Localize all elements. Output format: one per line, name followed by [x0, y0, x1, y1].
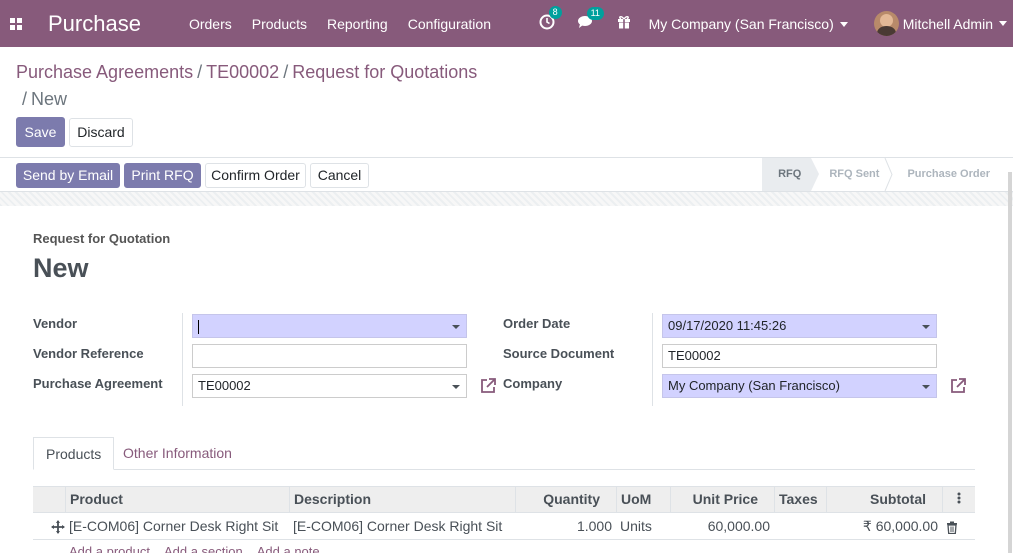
gift-icon[interactable]: [617, 15, 631, 33]
column-product[interactable]: Product: [65, 487, 289, 512]
trash-icon[interactable]: [942, 513, 972, 539]
breadcrumb-current: New: [31, 89, 68, 109]
stage-rfq-label: RFQ: [778, 168, 802, 180]
document-type-label: Request for Quotation: [33, 231, 171, 246]
add-product-link[interactable]: Add a product: [69, 544, 150, 553]
column-unit-price[interactable]: Unit Price: [670, 487, 762, 512]
cell-uom[interactable]: Units: [616, 513, 670, 539]
print-rfq-button[interactable]: Print RFQ: [124, 163, 201, 188]
stage-purchase-order: Purchase Order: [889, 158, 1000, 191]
drag-handle-icon[interactable]: [47, 513, 65, 539]
cell-subtotal: ₹ 60,000.00: [862, 518, 938, 534]
chat-bubble-icon[interactable]: 11: [577, 6, 604, 33]
tab-products[interactable]: Products: [33, 437, 115, 470]
purchase-agreement-field[interactable]: TE00002: [192, 374, 467, 398]
stage-purchase-order-label: Purchase Order: [907, 168, 990, 180]
menu-orders[interactable]: Orders: [189, 16, 232, 32]
breadcrumb-te00002[interactable]: TE00002: [206, 62, 279, 82]
add-note-link[interactable]: Add a note: [257, 544, 320, 553]
avatar: [873, 11, 899, 36]
chevron-down-icon[interactable]: [922, 385, 930, 389]
company-field[interactable]: My Company (San Francisco): [662, 374, 937, 398]
stage-rfq-sent: RFQ Sent: [811, 158, 893, 191]
table-row[interactable]: [E-COM06] Corner Desk Right Sit [E-COM06…: [33, 513, 975, 540]
vendor-field[interactable]: [192, 314, 467, 338]
optional-columns-icon[interactable]: [942, 487, 975, 512]
external-link-icon[interactable]: [949, 377, 967, 395]
cancel-button[interactable]: Cancel: [310, 163, 369, 188]
user-menu[interactable]: Mitchell Admin: [873, 11, 1007, 36]
sheet-background: [0, 192, 1013, 206]
stage-rfq-sent-label: RFQ Sent: [829, 168, 880, 180]
apps-menu-icon[interactable]: [0, 0, 32, 47]
chevron-down-icon[interactable]: [922, 325, 930, 329]
stage-rfq: RFQ: [762, 158, 820, 191]
breadcrumb-rfq[interactable]: Request for Quotations: [292, 62, 477, 82]
chevron-down-icon[interactable]: [452, 385, 460, 389]
form-statusbar: Send by Email Print RFQ Confirm Order Ca…: [0, 157, 1013, 192]
top-navbar: Purchase Orders Products Reporting Confi…: [0, 0, 1013, 47]
confirm-order-button[interactable]: Confirm Order: [205, 163, 306, 188]
cell-unit-price[interactable]: 60,000.00: [670, 513, 774, 539]
systray: 8 11 My Company (San Francisco) Mitchell…: [539, 0, 1013, 47]
company-switcher[interactable]: My Company (San Francisco): [649, 16, 848, 32]
chevron-down-icon: [839, 22, 848, 28]
order-date-value: 09/17/2020 11:45:26: [668, 318, 787, 333]
status-stages: RFQ RFQ Sent Purchase Order: [762, 158, 1000, 191]
company-switcher-label: My Company (San Francisco): [648, 15, 834, 32]
order-date-label: Order Date: [503, 316, 571, 331]
activity-count-badge: 8: [548, 5, 562, 19]
order-lines-table: Product Description Quantity UoM Unit Pr…: [33, 486, 975, 540]
vendor-reference-field[interactable]: [192, 344, 467, 368]
chevron-down-icon: [999, 21, 1007, 26]
breadcrumb: Purchase Agreements / TE00002/Request for …: [16, 62, 478, 109]
cell-taxes[interactable]: [774, 513, 826, 539]
menu-reporting[interactable]: Reporting: [327, 16, 388, 32]
vertical-scrollbar[interactable]: [1008, 172, 1012, 553]
menu-products[interactable]: Products: [252, 16, 307, 32]
user-name: Mitchell Admin: [902, 15, 993, 32]
page-title: New: [33, 253, 89, 283]
discard-button[interactable]: Discard: [69, 118, 133, 147]
send-by-email-button[interactable]: Send by Email: [16, 163, 120, 188]
column-quantity[interactable]: Quantity: [515, 487, 604, 512]
menu-configuration[interactable]: Configuration: [408, 16, 491, 32]
activity-clock-icon[interactable]: 8: [539, 5, 562, 34]
external-link-icon[interactable]: [479, 377, 497, 395]
column-uom[interactable]: UoM: [616, 487, 670, 512]
app-name[interactable]: Purchase: [48, 11, 141, 37]
company-label: Company: [503, 376, 563, 391]
notebook-tabs: Products Other Information: [33, 437, 975, 470]
order-date-field[interactable]: 09/17/2020 11:45:26: [662, 314, 937, 338]
source-document-label: Source Document: [503, 346, 615, 361]
add-section-link[interactable]: Add a section: [164, 544, 243, 553]
table-header: Product Description Quantity UoM Unit Pr…: [33, 486, 975, 513]
chevron-down-icon[interactable]: [452, 325, 460, 329]
add-line-links: Add a product Add a section Add a note: [69, 544, 334, 553]
source-document-field[interactable]: TE00002: [662, 344, 937, 368]
message-count-badge: 11: [586, 6, 604, 20]
cell-description[interactable]: [E-COM06] Corner Desk Right Sit: [289, 513, 515, 539]
column-taxes[interactable]: Taxes: [774, 487, 826, 512]
purchase-agreement-label: Purchase Agreement: [33, 376, 163, 391]
cell-quantity[interactable]: 1.000: [515, 513, 616, 539]
save-button[interactable]: Save: [16, 117, 65, 147]
column-description[interactable]: Description: [289, 487, 515, 512]
vendor-label: Vendor: [33, 316, 78, 331]
vendor-reference-label: Vendor Reference: [33, 346, 144, 361]
tab-other-information[interactable]: Other Information: [111, 437, 244, 470]
source-document-value: TE00002: [668, 348, 721, 363]
purchase-agreement-value: TE00002: [198, 378, 251, 393]
cell-product[interactable]: [E-COM06] Corner Desk Right Sit: [65, 513, 289, 539]
breadcrumb-purchase-agreements[interactable]: Purchase Agreements: [16, 62, 193, 82]
company-value: My Company (San Francisco): [668, 378, 840, 393]
column-subtotal[interactable]: Subtotal: [826, 487, 930, 512]
